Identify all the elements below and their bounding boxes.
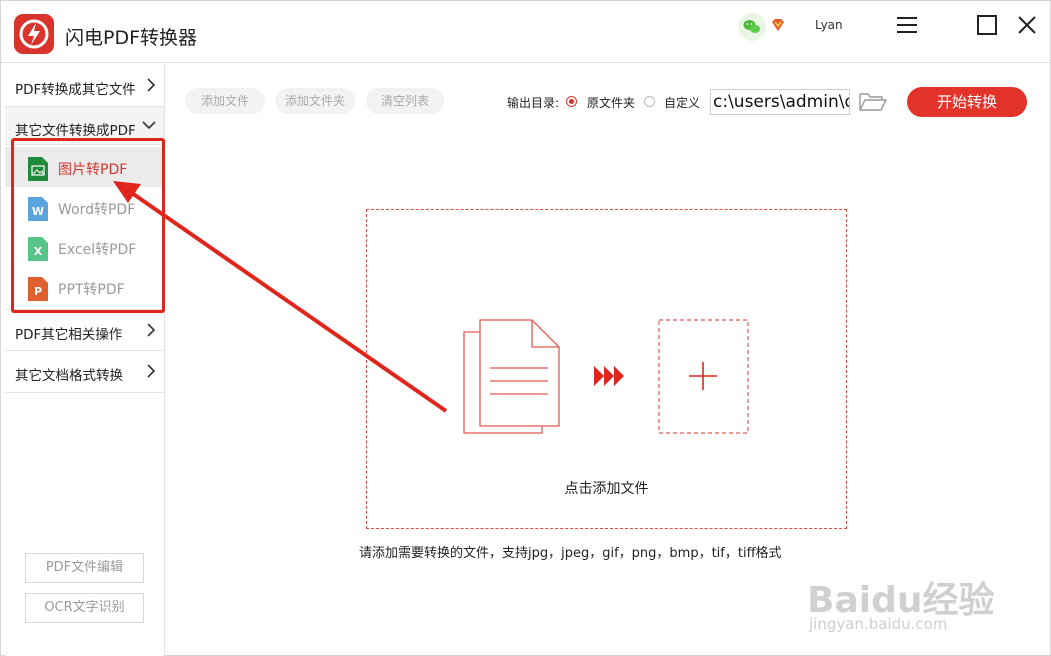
wechat-icon[interactable] <box>738 13 766 41</box>
output-path-input[interactable]: c:\users\admin\d <box>710 89 850 115</box>
radio-original-folder[interactable] <box>566 96 577 107</box>
username[interactable]: Lyan <box>815 18 843 32</box>
supported-formats-hint: 请添加需要转换的文件，支持jpg，jpeg，gif，png，bmp，tif，ti… <box>359 546 782 561</box>
sidebar-category-pdf-to-other[interactable]: PDF转换成其它文件 <box>5 65 164 107</box>
sidebar-category-pdf-other-ops[interactable]: PDF其它相关操作 <box>5 309 164 351</box>
title-bar: 闪电PDF转换器 Lyan <box>1 1 1050 63</box>
add-files-illustration-icon <box>463 319 749 434</box>
close-icon[interactable] <box>1016 14 1038 36</box>
chevron-down-icon <box>142 121 156 130</box>
file-drop-zone[interactable]: 点击添加文件 <box>366 209 847 529</box>
app-logo-icon <box>14 14 54 54</box>
add-folder-button[interactable]: 添加文件夹 <box>275 88 355 114</box>
sidebar-category-other-format[interactable]: 其它文档格式转换 <box>5 351 164 393</box>
start-convert-button[interactable]: 开始转换 <box>907 87 1027 117</box>
chevron-right-icon <box>147 364 156 378</box>
chevron-right-icon <box>147 323 156 337</box>
output-dir-label: 输出目录: <box>507 96 560 110</box>
folder-open-icon[interactable] <box>858 91 888 117</box>
maximize-icon[interactable] <box>976 14 998 36</box>
category-label: 其它文档格式转换 <box>15 368 123 384</box>
category-label: PDF转换成其它文件 <box>15 82 136 98</box>
category-label: 其它文件转换成PDF <box>15 123 136 139</box>
radio-label-original[interactable]: 原文件夹 <box>587 94 635 111</box>
radio-label-custom[interactable]: 自定义 <box>664 94 700 111</box>
vip-diamond-icon[interactable] <box>770 17 786 37</box>
watermark-sub: jingyan.baidu.com <box>809 615 948 633</box>
drop-zone-label: 点击添加文件 <box>564 481 649 497</box>
ocr-button[interactable]: OCR文字识别 <box>25 593 144 623</box>
menu-icon[interactable] <box>896 14 918 36</box>
app-title: 闪电PDF转换器 <box>65 27 198 49</box>
baidu-watermark: Baidu经验 jingyan.baidu.com <box>807 571 1037 641</box>
clear-list-button[interactable]: 清空列表 <box>366 88 444 114</box>
chevron-right-icon <box>147 78 156 92</box>
pdf-edit-button[interactable]: PDF文件编辑 <box>25 553 144 583</box>
annotation-highlight-box <box>11 138 165 313</box>
app-window: 闪电PDF转换器 Lyan PDF转换成其它文件 其它文件转换成PDF 图片转P… <box>0 0 1051 656</box>
add-file-button[interactable]: 添加文件 <box>185 88 265 114</box>
radio-custom[interactable] <box>644 96 655 107</box>
category-label: PDF其它相关操作 <box>15 327 123 343</box>
